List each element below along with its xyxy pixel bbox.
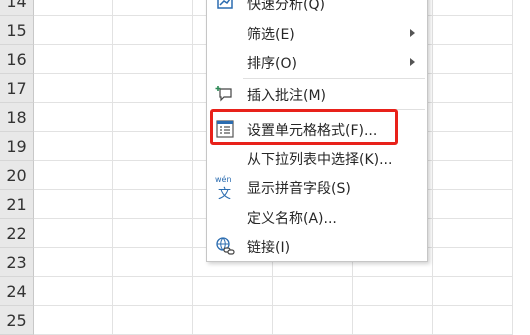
grid-cell[interactable] [34, 161, 113, 190]
grid-cell[interactable] [433, 74, 513, 103]
row-number: 14 [6, 0, 27, 11]
highlight-annotation-box [210, 109, 398, 145]
grid-cell[interactable] [34, 277, 113, 306]
quick-analysis-icon [215, 0, 235, 13]
row-header[interactable]: 25 [0, 306, 34, 335]
row-header[interactable]: 18 [0, 103, 34, 132]
menu-item-show-phonetic[interactable]: wén 文 显示拼音字段(S) [207, 173, 427, 202]
menu-item-label: 定义名称(A)... [247, 210, 337, 227]
grid-cell[interactable] [273, 277, 353, 306]
menu-item-label: 从下拉列表中选择(K)... [247, 151, 393, 168]
grid-cell[interactable] [34, 190, 113, 219]
menu-item-label: 插入批注(M) [247, 87, 327, 104]
grid-cell[interactable] [113, 0, 193, 16]
row-number: 25 [6, 310, 27, 330]
row-number: 19 [6, 136, 27, 156]
row-header[interactable]: 23 [0, 248, 34, 277]
grid-cell[interactable] [193, 277, 273, 306]
menu-item-label: 显示拼音字段(S) [247, 180, 351, 197]
row-number: 22 [6, 223, 27, 243]
menu-item-quick-analysis[interactable]: 快速分析(Q) [207, 0, 427, 18]
menu-item-define-name[interactable]: 定义名称(A)... [207, 203, 427, 232]
grid-cell[interactable] [34, 0, 113, 16]
grid-cell[interactable] [34, 248, 113, 277]
grid-cell[interactable] [34, 219, 113, 248]
grid-cell[interactable] [433, 16, 513, 45]
phonetic-icon-glyph: 文 [218, 187, 232, 202]
phonetic-icon: wén 文 [215, 175, 235, 202]
menu-item-sort[interactable]: 排序(O) [207, 48, 427, 77]
menu-item-label: 排序(O) [247, 55, 297, 72]
menu-item-label: 链接(I) [247, 239, 291, 256]
grid-cell[interactable] [353, 306, 433, 335]
grid-cell[interactable] [433, 277, 513, 306]
submenu-arrow-icon [410, 29, 415, 37]
grid-cell[interactable] [433, 103, 513, 132]
menu-item-filter[interactable]: 筛选(E) [207, 19, 427, 48]
grid-cell[interactable] [433, 132, 513, 161]
grid-cell[interactable] [113, 132, 193, 161]
row-number: 17 [6, 78, 27, 98]
row-header[interactable]: 16 [0, 45, 34, 74]
grid-cell[interactable] [433, 190, 513, 219]
row-header[interactable]: 14 [0, 0, 34, 16]
row-header[interactable]: 22 [0, 219, 34, 248]
grid-cell[interactable] [113, 103, 193, 132]
grid-cell[interactable] [113, 306, 193, 335]
row-number: 20 [6, 165, 27, 185]
row-header[interactable]: 24 [0, 277, 34, 306]
menu-item-insert-comment[interactable]: 插入批注(M) [207, 80, 427, 109]
row-header[interactable]: 15 [0, 16, 34, 45]
grid-cell[interactable] [193, 306, 273, 335]
menu-separator [243, 78, 425, 79]
row-number: 15 [6, 20, 27, 40]
grid-cell[interactable] [353, 277, 433, 306]
grid-cell[interactable] [113, 16, 193, 45]
grid-cell[interactable] [34, 103, 113, 132]
menu-item-label: 筛选(E) [247, 26, 295, 43]
grid-cell[interactable] [433, 219, 513, 248]
grid-cell[interactable] [113, 190, 193, 219]
grid-cell[interactable] [433, 0, 513, 16]
insert-comment-icon [215, 84, 235, 104]
grid-cell[interactable] [113, 219, 193, 248]
row-header[interactable]: 20 [0, 161, 34, 190]
row-number: 24 [6, 281, 27, 301]
grid-cell[interactable] [34, 306, 113, 335]
grid-cell[interactable] [113, 277, 193, 306]
row-header[interactable]: 19 [0, 132, 34, 161]
grid-cell[interactable] [433, 306, 513, 335]
row-number: 23 [6, 252, 27, 272]
menu-item-label: 快速分析(Q) [247, 0, 325, 13]
menu-item-link[interactable]: 链接(I) [207, 232, 427, 261]
grid-cell[interactable] [34, 45, 113, 74]
grid-cell[interactable] [113, 161, 193, 190]
grid-cell[interactable] [34, 16, 113, 45]
row-header[interactable]: 21 [0, 190, 34, 219]
grid-cell[interactable] [34, 132, 113, 161]
grid-cell[interactable] [34, 74, 113, 103]
grid-cell[interactable] [433, 161, 513, 190]
grid-cell[interactable] [113, 74, 193, 103]
row-number: 16 [6, 49, 27, 69]
grid-cell[interactable] [433, 248, 513, 277]
grid-cell[interactable] [433, 45, 513, 74]
grid-cell[interactable] [273, 306, 353, 335]
grid-cell[interactable] [113, 248, 193, 277]
row-header[interactable]: 17 [0, 74, 34, 103]
grid-cell[interactable] [113, 45, 193, 74]
row-number: 21 [6, 194, 27, 214]
menu-item-pick-from-list[interactable]: 从下拉列表中选择(K)... [207, 144, 427, 173]
submenu-arrow-icon [410, 58, 415, 66]
row-number: 18 [6, 107, 27, 127]
link-icon [215, 236, 235, 256]
